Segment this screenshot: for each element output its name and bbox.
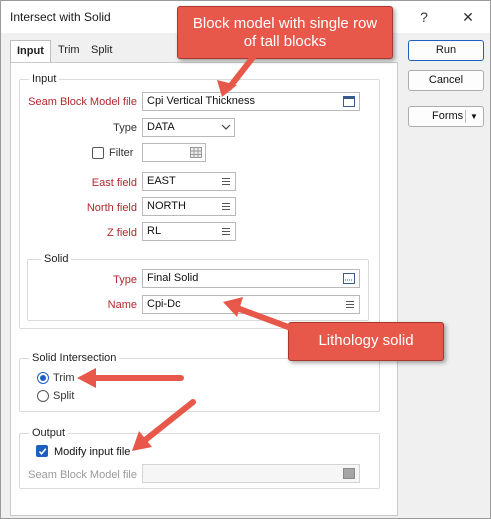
arrow-to-modify-input — [132, 399, 196, 451]
arrow-to-solid-name — [223, 297, 302, 334]
arrow-to-trim-radio — [77, 368, 184, 388]
annotation-arrows — [77, 53, 302, 451]
arrow-to-seam-field — [217, 53, 257, 97]
dialog-window: Intersect with Solid ? ✕ Input Trim Spli… — [0, 0, 491, 519]
